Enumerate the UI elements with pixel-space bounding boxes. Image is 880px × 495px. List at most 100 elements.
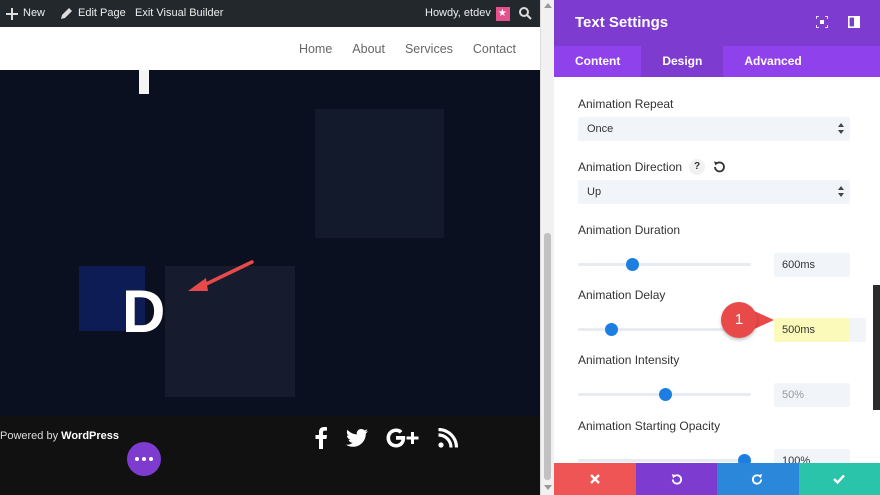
tab-advanced[interactable]: Advanced — [723, 46, 822, 77]
slider-thumb[interactable] — [738, 454, 752, 463]
check-icon — [833, 474, 846, 484]
select-value: Up — [587, 186, 602, 198]
search-button[interactable] — [519, 0, 532, 27]
settings-tabs: Content Design Advanced — [554, 46, 880, 77]
field-label: Animation Delay — [578, 287, 850, 303]
exit-visual-builder-button[interactable]: Exit Visual Builder — [135, 0, 223, 27]
letter-fragment — [139, 70, 149, 94]
close-icon — [589, 474, 600, 484]
rss-icon[interactable] — [438, 428, 458, 448]
site-header: Home About Services Contact — [0, 27, 540, 70]
social-icons — [314, 427, 458, 449]
twitter-icon[interactable] — [346, 429, 368, 447]
facebook-icon[interactable] — [314, 427, 328, 449]
hero-section: D — [0, 70, 540, 416]
animation-delay-field: Animation Delay 500ms — [578, 287, 866, 342]
select-value: Once — [587, 123, 614, 135]
nav-item-services[interactable]: Services — [405, 42, 453, 56]
hero-letter[interactable]: D — [122, 282, 165, 342]
animation-opacity-input[interactable]: 100% — [774, 449, 850, 463]
decorative-square — [315, 109, 444, 238]
animation-duration-field: Animation Duration 600ms — [578, 222, 850, 277]
new-button[interactable]: New — [6, 0, 45, 27]
google-plus-icon[interactable] — [386, 428, 420, 448]
field-label: Animation Duration — [578, 222, 850, 238]
scroll-down-icon[interactable] — [544, 485, 552, 490]
animation-opacity-slider[interactable] — [578, 449, 752, 463]
edit-page-label: Edit Page — [78, 7, 126, 19]
animation-direction-select[interactable]: Up — [578, 180, 850, 204]
page-scrollbar[interactable] — [540, 0, 554, 495]
select-caret-icon — [838, 123, 844, 135]
undo-icon — [671, 473, 682, 485]
field-label: Animation Intensity — [578, 352, 850, 368]
new-label: New — [23, 7, 46, 19]
animation-repeat-select[interactable]: Once — [578, 117, 850, 141]
animation-repeat-label: Animation Repeat — [578, 97, 674, 111]
slider-track — [578, 263, 751, 266]
animation-direction-field: Animation Direction ? Up — [578, 159, 850, 204]
credit-brand[interactable]: WordPress — [61, 430, 119, 442]
help-icon[interactable]: ? — [689, 159, 706, 175]
undo-button[interactable] — [635, 463, 717, 495]
dock-sidebar-icon[interactable] — [848, 16, 860, 28]
dot-icon — [149, 457, 153, 461]
step-callout-badge: 1 — [721, 302, 757, 338]
tab-content[interactable]: Content — [554, 46, 641, 77]
animation-intensity-input[interactable]: 50% — [774, 383, 850, 407]
discard-button[interactable] — [554, 463, 636, 495]
animation-duration-label: Animation Duration — [578, 223, 681, 237]
field-label: Animation Direction ? — [578, 159, 850, 175]
nav-item-contact[interactable]: Contact — [473, 42, 516, 56]
annotation-arrow-icon — [188, 260, 254, 291]
save-button[interactable] — [798, 463, 880, 495]
settings-panel: Text Settings Content Design Advanced An… — [554, 0, 880, 495]
panel-footer — [554, 463, 880, 495]
exit-label: Exit Visual Builder — [135, 7, 224, 19]
nav-item-home[interactable]: Home — [299, 42, 332, 56]
search-icon — [519, 7, 532, 20]
panel-scrollbar[interactable] — [873, 285, 880, 410]
field-label: Animation Starting Opacity — [578, 418, 850, 434]
scroll-up-icon[interactable] — [544, 3, 552, 8]
field-label: Animation Repeat — [578, 96, 850, 112]
howdy-label: Howdy, etdev — [425, 7, 491, 19]
panel-header[interactable]: Text Settings — [554, 0, 880, 46]
animation-repeat-field: Animation Repeat Once — [578, 96, 850, 141]
animation-opacity-label: Animation Starting Opacity — [578, 419, 721, 433]
pencil-icon — [61, 8, 72, 19]
animation-intensity-slider[interactable] — [578, 383, 751, 407]
site-footer: Powered by WordPress — [0, 416, 540, 495]
slider-track — [578, 459, 751, 462]
animation-duration-slider[interactable] — [578, 253, 751, 277]
animation-opacity-field: Animation Starting Opacity 100% — [578, 418, 850, 463]
scroll-thumb[interactable] — [544, 233, 551, 480]
footer-credit: Powered by WordPress — [0, 430, 119, 442]
panel-title: Text Settings — [575, 14, 669, 31]
animation-delay-label: Animation Delay — [578, 288, 666, 302]
edit-page-button[interactable]: Edit Page — [60, 0, 126, 27]
redo-button[interactable] — [717, 463, 799, 495]
nav-item-about[interactable]: About — [352, 42, 385, 56]
select-caret-icon — [838, 186, 844, 198]
tab-design[interactable]: Design — [641, 46, 724, 77]
slider-thumb[interactable] — [625, 258, 639, 271]
animation-direction-label: Animation Direction — [578, 160, 683, 174]
wp-admin-bar: New Edit Page Exit Visual Builder Howdy,… — [0, 0, 540, 27]
main-nav: Home About Services Contact — [299, 27, 516, 70]
credit-prefix: Powered by — [0, 430, 62, 442]
builder-more-button[interactable] — [127, 442, 161, 476]
expand-icon[interactable] — [816, 16, 828, 28]
dot-icon — [142, 457, 146, 461]
animation-delay-input[interactable]: 500ms — [774, 318, 866, 342]
animation-intensity-label: Animation Intensity — [578, 353, 680, 367]
reset-icon[interactable] — [712, 160, 726, 174]
howdy-account[interactable]: Howdy, etdev — [425, 0, 510, 27]
slider-thumb[interactable] — [604, 323, 618, 336]
settings-fields: Animation Repeat Once Animation Directio… — [554, 77, 866, 463]
avatar — [495, 0, 510, 27]
animation-duration-input[interactable]: 600ms — [774, 253, 850, 277]
animation-intensity-field: Animation Intensity 50% — [578, 352, 850, 407]
redo-icon — [752, 473, 763, 485]
slider-thumb[interactable] — [658, 388, 672, 401]
